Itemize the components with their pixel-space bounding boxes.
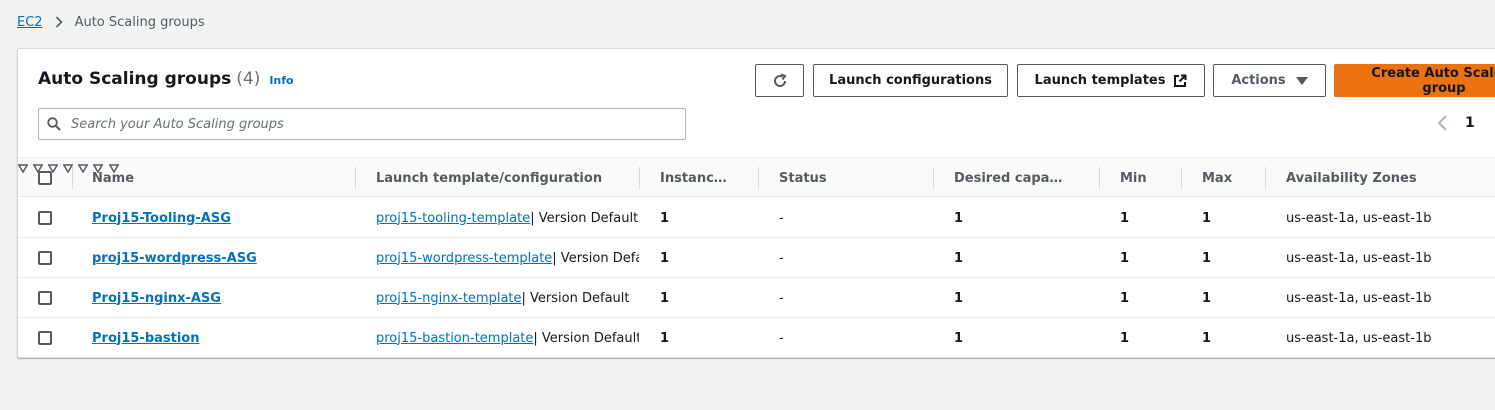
breadcrumb-ec2-link[interactable]: EC2 — [17, 15, 43, 30]
column-header-az-label: Availability Zones — [1286, 170, 1417, 186]
template-version: | Version Default — [521, 290, 630, 306]
status-value: - — [779, 330, 784, 346]
column-header-min-label: Min — [1120, 170, 1147, 186]
auto-scaling-groups-panel: Auto Scaling groups (4) Info Launch conf… — [17, 48, 1495, 358]
launch-template-link[interactable]: proj15-bastion-template — [376, 331, 533, 346]
launch-template-link[interactable]: proj15-tooling-template — [376, 211, 530, 226]
table-row[interactable]: Proj15-bastion proj15-bastion-template |… — [18, 318, 1495, 357]
refresh-button[interactable] — [755, 64, 804, 97]
template-version: | Version Default — [552, 250, 639, 266]
launch-template-link[interactable]: proj15-nginx-template — [376, 291, 522, 306]
column-divider — [1099, 167, 1100, 189]
availability-zones-value: us-east-1a, us-east-1b — [1286, 290, 1432, 306]
availability-zones-value: us-east-1a, us-east-1b — [1286, 250, 1432, 266]
column-divider — [1265, 167, 1266, 189]
column-header-name[interactable]: Name — [92, 158, 342, 198]
search-box — [38, 108, 686, 140]
max-value: 1 — [1202, 290, 1212, 306]
table-row[interactable]: Proj15-nginx-ASG proj15-nginx-template |… — [18, 278, 1495, 318]
select-all-checkbox[interactable] — [38, 171, 52, 185]
column-header-status-label: Status — [779, 170, 827, 186]
breadcrumb-current: Auto Scaling groups — [74, 14, 205, 30]
min-value: 1 — [1120, 290, 1130, 306]
group-count: (4) — [236, 69, 261, 89]
status-value: - — [779, 210, 784, 226]
panel-header: Auto Scaling groups (4) Info — [38, 69, 294, 89]
actions-label: Actions — [1231, 73, 1286, 88]
desired-capacity-value: 1 — [954, 330, 964, 346]
column-divider — [758, 167, 759, 189]
column-header-instances[interactable]: Instances — [660, 158, 730, 198]
launch-templates-label: Launch templates — [1034, 73, 1166, 88]
external-link-icon — [1174, 74, 1187, 87]
info-link[interactable]: Info — [269, 74, 293, 87]
max-value: 1 — [1202, 210, 1212, 226]
availability-zones-value: us-east-1a, us-east-1b — [1286, 330, 1432, 346]
table-row[interactable]: Proj15-Tooling-ASG proj15-tooling-templa… — [18, 198, 1495, 238]
desired-capacity-value: 1 — [954, 290, 964, 306]
chevron-right-icon — [55, 16, 63, 28]
page-title: Auto Scaling groups — [38, 69, 232, 89]
desired-capacity-value: 1 — [954, 250, 964, 266]
max-value: 1 — [1202, 250, 1212, 266]
column-header-max-label: Max — [1202, 170, 1233, 186]
column-header-status[interactable]: Status — [779, 158, 879, 198]
instances-value: 1 — [660, 210, 670, 226]
table-header: Name Launch template/configuration Insta… — [18, 157, 1495, 197]
table-row[interactable]: proj15-wordpress-ASG proj15-wordpress-te… — [18, 238, 1495, 278]
search-input[interactable] — [71, 116, 651, 132]
max-value: 1 — [1202, 330, 1212, 346]
sort-caret-icon[interactable] — [77, 164, 89, 174]
instances-value: 1 — [660, 290, 670, 306]
column-header-max[interactable]: Max — [1202, 158, 1238, 198]
column-header-az[interactable]: Availability Zones — [1286, 158, 1495, 198]
launch-template-link[interactable]: proj15-wordpress-template — [376, 251, 552, 266]
min-value: 1 — [1120, 210, 1130, 226]
caret-down-icon — [1295, 76, 1308, 85]
search-icon — [47, 117, 61, 131]
actions-dropdown[interactable]: Actions — [1213, 64, 1326, 97]
asg-name-link[interactable]: Proj15-bastion — [92, 331, 200, 346]
row-checkbox[interactable] — [38, 291, 52, 305]
instances-value: 1 — [660, 330, 670, 346]
column-header-instances-label: Instances — [660, 170, 730, 186]
column-header-min[interactable]: Min — [1120, 158, 1154, 198]
status-value: - — [779, 250, 784, 266]
min-value: 1 — [1120, 330, 1130, 346]
instances-value: 1 — [660, 250, 670, 266]
asg-name-link[interactable]: proj15-wordpress-ASG — [92, 251, 257, 266]
row-checkbox[interactable] — [38, 331, 52, 345]
status-value: - — [779, 290, 784, 306]
column-divider — [933, 167, 934, 189]
column-divider — [1181, 167, 1182, 189]
column-header-name-label: Name — [92, 170, 135, 186]
row-checkbox[interactable] — [38, 251, 52, 265]
min-value: 1 — [1120, 250, 1130, 266]
column-divider — [639, 167, 640, 189]
column-divider — [72, 167, 73, 189]
current-page-number[interactable]: 1 — [1465, 115, 1475, 131]
column-header-launch-label: Launch template/configuration — [376, 170, 603, 186]
launch-configurations-button[interactable]: Launch configurations — [813, 64, 1008, 97]
column-header-launch[interactable]: Launch template/configuration — [376, 158, 604, 198]
sort-caret-icon[interactable] — [18, 164, 29, 174]
availability-zones-value: us-east-1a, us-east-1b — [1286, 210, 1432, 226]
create-auto-scaling-group-button[interactable]: Create Auto Scaling group — [1334, 64, 1495, 97]
pagination: 1 — [1438, 115, 1475, 131]
desired-capacity-value: 1 — [954, 210, 964, 226]
column-divider — [355, 167, 356, 189]
asg-name-link[interactable]: Proj15-nginx-ASG — [92, 291, 221, 306]
column-header-desired-label: Desired capacity — [954, 170, 1066, 186]
template-version: | Version Default — [530, 210, 639, 226]
refresh-icon — [773, 73, 787, 87]
previous-page-icon[interactable] — [1438, 115, 1447, 131]
template-version: | Version Default — [533, 330, 639, 346]
column-header-desired[interactable]: Desired capacity — [954, 158, 1066, 198]
row-checkbox[interactable] — [38, 211, 52, 225]
breadcrumb: EC2 Auto Scaling groups — [17, 12, 205, 32]
launch-templates-button[interactable]: Launch templates — [1017, 64, 1205, 97]
asg-name-link[interactable]: Proj15-Tooling-ASG — [92, 211, 231, 226]
